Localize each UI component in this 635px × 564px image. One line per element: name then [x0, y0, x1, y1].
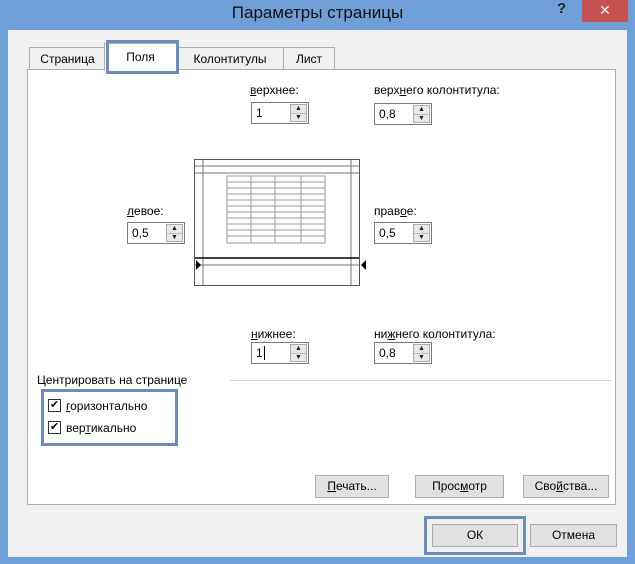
right-margin-spinner[interactable]: 0,5 ▲ ▼: [374, 222, 432, 244]
right-margin-arrows[interactable]: ▲ ▼: [413, 224, 430, 242]
spin-up-icon[interactable]: ▲: [291, 105, 306, 113]
spin-up-icon[interactable]: ▲: [414, 225, 429, 233]
spin-down-icon[interactable]: ▼: [414, 353, 429, 362]
footer-margin-label: нижнего колонтитула:: [374, 327, 496, 341]
spin-down-icon[interactable]: ▼: [167, 233, 182, 242]
preview-button[interactable]: Просмотр: [415, 475, 504, 498]
top-margin-arrows[interactable]: ▲ ▼: [290, 104, 307, 122]
footer-margin-arrows[interactable]: ▲ ▼: [413, 344, 430, 362]
bottom-margin-spinner[interactable]: 1 ▲ ▼: [251, 342, 309, 364]
ok-button[interactable]: ОК: [432, 524, 518, 547]
tab-sheet[interactable]: Лист: [283, 47, 335, 70]
horizontal-checkbox[interactable]: ✔: [48, 399, 61, 412]
window-frame-right: [627, 30, 635, 564]
tab-margins[interactable]: Поля: [104, 43, 177, 71]
window-frame-left: [0, 30, 8, 564]
text-caret: [263, 346, 265, 360]
tab-header-footer[interactable]: Колонтитулы: [175, 47, 285, 70]
properties-button[interactable]: Свойства...: [523, 475, 609, 498]
spin-up-icon[interactable]: ▲: [291, 345, 306, 353]
spin-down-icon[interactable]: ▼: [414, 233, 429, 242]
left-margin-label: левое:: [127, 204, 164, 218]
bottom-margin-value: 1: [256, 346, 265, 360]
preview-right-pointer-icon: [361, 260, 366, 270]
spin-down-icon[interactable]: ▼: [414, 114, 429, 123]
spin-down-icon[interactable]: ▼: [291, 353, 306, 362]
preview-left-pointer-icon: [196, 260, 201, 270]
top-margin-spinner[interactable]: 1 ▲ ▼: [251, 102, 309, 124]
header-margin-value: 0,8: [379, 107, 396, 121]
right-margin-label: правое:: [374, 204, 417, 218]
help-icon[interactable]: ?: [557, 0, 566, 17]
header-margin-arrows[interactable]: ▲ ▼: [413, 105, 430, 123]
cancel-button[interactable]: Отмена: [530, 524, 617, 547]
footer-margin-spinner[interactable]: 0,8 ▲ ▼: [374, 342, 432, 364]
window-frame-bottom: [0, 557, 635, 564]
vertical-checkbox[interactable]: ✔: [48, 421, 61, 434]
top-margin-value: 1: [256, 106, 263, 120]
header-margin-label: верхнего колонтитула:: [374, 83, 500, 97]
close-button[interactable]: ✕: [582, 0, 628, 22]
title-bar: Параметры страницы ? ✕: [0, 0, 635, 30]
center-group-label: Центрировать на странице: [37, 373, 188, 387]
top-margin-label: верхнее:: [250, 83, 299, 97]
bottom-margin-label: нижнее:: [251, 327, 296, 341]
spin-up-icon[interactable]: ▲: [167, 225, 182, 233]
left-margin-value: 0,5: [132, 226, 149, 240]
left-margin-arrows[interactable]: ▲ ▼: [166, 224, 183, 242]
right-margin-value: 0,5: [379, 226, 396, 240]
vertical-label[interactable]: вертикально: [66, 421, 136, 435]
bottom-margin-arrows[interactable]: ▲ ▼: [290, 344, 307, 362]
dialog-title: Параметры страницы: [231, 3, 404, 22]
preview-table-grid: [226, 175, 326, 244]
tab-page[interactable]: Страница: [29, 47, 106, 70]
spin-up-icon[interactable]: ▲: [414, 106, 429, 114]
left-margin-spinner[interactable]: 0,5 ▲ ▼: [127, 222, 185, 244]
print-button[interactable]: Печать...: [315, 475, 389, 498]
footer-margin-value: 0,8: [379, 346, 396, 360]
spin-up-icon[interactable]: ▲: [414, 345, 429, 353]
spin-down-icon[interactable]: ▼: [291, 113, 306, 122]
header-margin-spinner[interactable]: 0,8 ▲ ▼: [374, 103, 432, 125]
group-separator: [230, 380, 611, 381]
page-preview-graphic: [195, 160, 359, 285]
page-preview: [194, 159, 360, 286]
horizontal-label[interactable]: горизонтально: [66, 399, 147, 413]
